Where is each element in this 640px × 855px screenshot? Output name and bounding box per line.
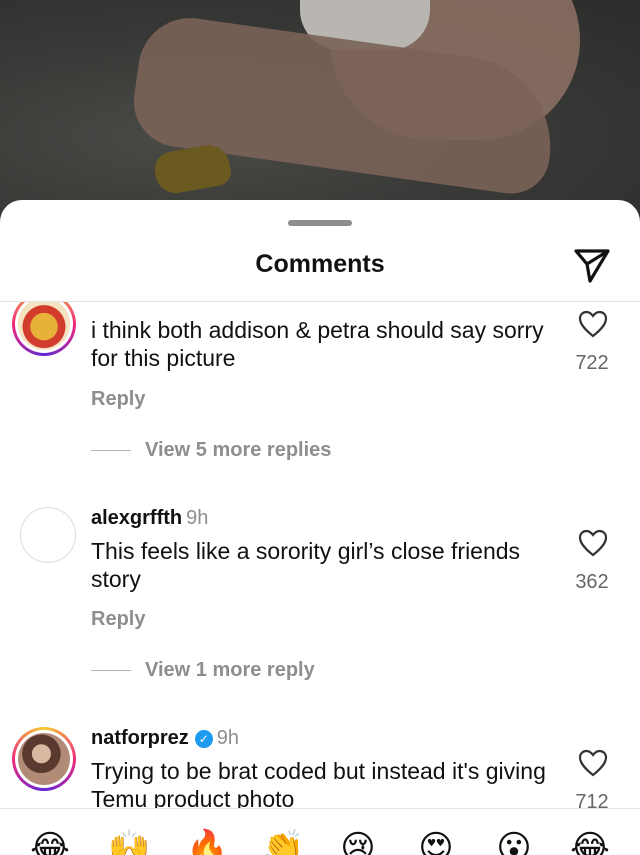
comment-text: Trying to be brat coded but instead it's…: [91, 758, 546, 808]
emoji-button[interactable]: 👏: [262, 828, 304, 855]
avatar[interactable]: [12, 302, 76, 356]
comment-text: This feels like a sorority girl’s close …: [91, 538, 521, 592]
send-icon[interactable]: [572, 246, 612, 284]
emoji-button[interactable]: 🙌: [108, 828, 150, 855]
heart-icon[interactable]: [578, 749, 608, 777]
emoji-button[interactable]: 😢: [338, 828, 378, 855]
view-replies-button[interactable]: View 5 more replies: [91, 439, 331, 462]
verified-badge-icon: ✓: [194, 730, 213, 748]
heart-icon[interactable]: [578, 310, 608, 338]
avatar[interactable]: [20, 507, 76, 563]
like-count: 712: [575, 791, 609, 808]
avatar[interactable]: [12, 727, 76, 791]
reply-button[interactable]: Reply: [91, 388, 145, 411]
comment-text: i think both addison & petra should say …: [91, 317, 544, 371]
post-photo: [0, 0, 640, 230]
comments-list[interactable]: miobanonowandry9h i think both addison &…: [0, 302, 640, 808]
emoji-button[interactable]: 😂: [30, 828, 70, 855]
emoji-button[interactable]: 😂: [570, 828, 610, 855]
like-count: 722: [575, 352, 609, 374]
username[interactable]: alexgrffth: [91, 507, 182, 529]
like-count: 362: [575, 571, 609, 593]
emoji-reaction-bar: 😂 🙌 🔥 👏 😢 😍 😮 😂: [0, 828, 640, 855]
view-replies-label: View 1 more reply: [145, 659, 315, 681]
heart-icon[interactable]: [578, 529, 608, 557]
emoji-button[interactable]: 😮: [494, 828, 534, 855]
view-replies-button[interactable]: View 1 more reply: [91, 659, 315, 682]
emoji-button[interactable]: 🔥: [186, 828, 228, 855]
emoji-divider: [0, 808, 640, 809]
sheet-title: Comments: [255, 250, 385, 278]
drag-handle[interactable]: [288, 220, 352, 226]
comments-sheet: Comments miobanonowandry9h i think both …: [0, 200, 640, 855]
comment-time: 9h: [216, 727, 240, 749]
view-replies-label: View 5 more replies: [145, 439, 332, 461]
reply-button[interactable]: Reply: [91, 608, 145, 631]
comment-time: 9h: [186, 507, 209, 529]
comment-meta: alexgrffth 9h: [91, 507, 208, 530]
emoji-button[interactable]: 😍: [416, 828, 456, 855]
username[interactable]: natforprez: [91, 727, 189, 749]
comment-meta: natforprez ✓ 9h: [91, 727, 239, 750]
